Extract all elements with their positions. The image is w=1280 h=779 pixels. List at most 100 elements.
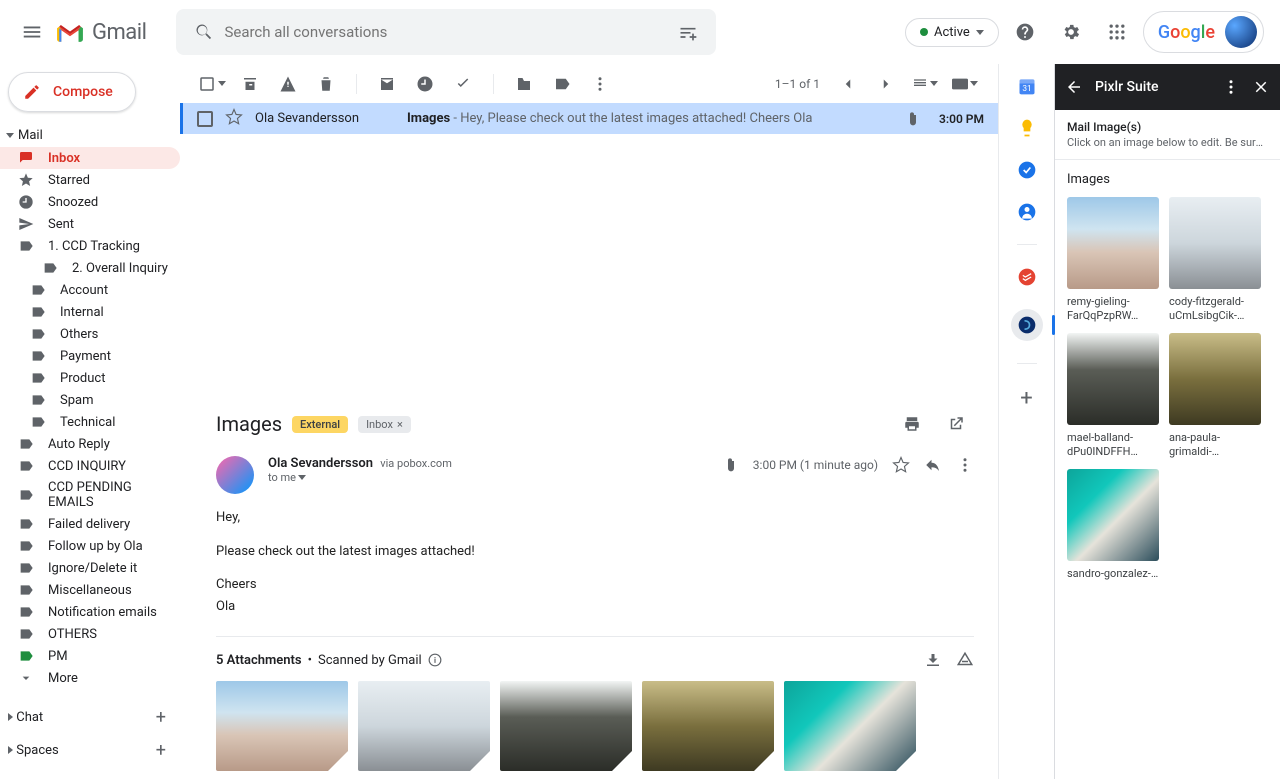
mail-heading[interactable]: Mail	[0, 124, 180, 147]
row-star[interactable]	[225, 108, 243, 130]
spam-button[interactable]	[270, 66, 306, 102]
plus-icon[interactable]: +	[156, 707, 166, 728]
contacts-icon[interactable]	[1017, 202, 1037, 222]
close-icon[interactable]	[1252, 78, 1270, 96]
attachment-thumb[interactable]	[216, 681, 348, 771]
select-all-checkbox[interactable]	[194, 66, 230, 102]
download-all-icon[interactable]	[924, 651, 942, 669]
support-button[interactable]	[1005, 12, 1045, 52]
sidebar-label-ignore[interactable]: Ignore/Delete it	[0, 557, 180, 579]
status-pill[interactable]: Active	[905, 18, 999, 47]
next-page-button[interactable]	[868, 66, 904, 102]
sidebar-label-pm[interactable]: PM	[0, 645, 180, 667]
label-icon	[18, 238, 34, 254]
attachment-thumb[interactable]	[642, 681, 774, 771]
sidebar-label-others2[interactable]: OTHERS	[0, 623, 180, 645]
delete-button[interactable]	[308, 66, 344, 102]
split-toggle[interactable]	[906, 74, 944, 94]
attachment-thumb[interactable]	[500, 681, 632, 771]
inbox-chip[interactable]: Inbox×	[358, 416, 411, 433]
get-addons-button[interactable]: +	[1020, 386, 1032, 411]
sidebar-label-ccd-tracking[interactable]: 1. CCD Tracking	[0, 235, 180, 257]
content-area: 1–1 of 1 Ola Sevandersson Images - Hey, …	[180, 64, 998, 779]
sidebar-label-internal[interactable]: Internal	[0, 301, 180, 323]
pixlr-addon-icon[interactable]	[1011, 309, 1043, 341]
sidebar-item-sent[interactable]: Sent	[0, 213, 180, 235]
label-icon	[18, 560, 34, 576]
open-new-button[interactable]	[938, 406, 974, 442]
input-tools[interactable]	[946, 76, 984, 92]
mark-unread-button[interactable]	[369, 66, 405, 102]
sidebar-item-starred[interactable]: Starred	[0, 169, 180, 191]
panel-image-card[interactable]: sandro-gonzalez-…	[1067, 469, 1159, 581]
more-button[interactable]	[582, 66, 618, 102]
calendar-icon[interactable]: 31	[1017, 76, 1037, 96]
tasks-icon[interactable]	[1017, 160, 1037, 180]
via-text: via pobox.com	[380, 457, 452, 470]
sidebar-label-ccd-pending[interactable]: CCD PENDING EMAILS	[0, 477, 180, 513]
settings-button[interactable]	[1051, 12, 1091, 52]
google-logotype: Google	[1158, 22, 1215, 43]
chevron-right-icon	[8, 746, 13, 754]
sidebar-label-technical[interactable]: Technical	[0, 411, 180, 433]
labels-button[interactable]	[544, 66, 580, 102]
print-button[interactable]	[894, 406, 930, 442]
sidebar-label-spam[interactable]: Spam	[0, 389, 180, 411]
apps-button[interactable]	[1097, 12, 1137, 52]
panel-image-card[interactable]: ana-paula-grimaldi-…	[1169, 333, 1261, 459]
snooze-button[interactable]	[407, 66, 443, 102]
move-button[interactable]	[506, 66, 542, 102]
more-vert-icon[interactable]	[1222, 78, 1240, 96]
label-icon	[30, 304, 46, 320]
main-menu-button[interactable]	[8, 8, 56, 56]
message-list-row[interactable]: Ola Sevandersson Images - Hey, Please ch…	[180, 103, 998, 134]
attachment-thumb[interactable]	[784, 681, 916, 771]
sidebar-label-account[interactable]: Account	[0, 279, 180, 301]
reply-icon[interactable]	[924, 456, 942, 474]
sidebar-label-product[interactable]: Product	[0, 367, 180, 389]
app-header: Gmail Active Google	[0, 0, 1280, 64]
split-icon	[912, 76, 928, 92]
chat-section[interactable]: Chat+	[0, 701, 180, 734]
sidebar-label-overall-inquiry[interactable]: 2. Overall Inquiry	[0, 257, 180, 279]
account-badge[interactable]: Google	[1143, 11, 1264, 53]
plus-icon[interactable]: +	[156, 740, 166, 761]
sidebar-more[interactable]: More	[0, 667, 180, 689]
star-icon[interactable]	[892, 456, 910, 474]
sidebar-label-auto-reply[interactable]: Auto Reply	[0, 433, 180, 455]
compose-button[interactable]: Compose	[8, 72, 136, 112]
attachment-thumb[interactable]	[358, 681, 490, 771]
row-checkbox[interactable]	[197, 111, 213, 127]
search-bar[interactable]	[176, 9, 716, 55]
sidebar-label-misc[interactable]: Miscellaneous	[0, 579, 180, 601]
sidebar-item-snoozed[interactable]: Snoozed	[0, 191, 180, 213]
back-arrow-icon[interactable]	[1065, 78, 1083, 96]
sidebar-label-failed-delivery[interactable]: Failed delivery	[0, 513, 180, 535]
close-icon[interactable]: ×	[397, 418, 403, 431]
todoist-icon[interactable]	[1017, 267, 1037, 287]
sidebar-label-payment[interactable]: Payment	[0, 345, 180, 367]
keep-icon[interactable]	[1017, 118, 1037, 138]
prev-page-button[interactable]	[830, 66, 866, 102]
more-vert-icon[interactable]	[956, 456, 974, 474]
sidebar-label-ccd-inquiry[interactable]: CCD INQUIRY	[0, 455, 180, 477]
save-drive-icon[interactable]	[956, 651, 974, 669]
panel-image-card[interactable]: cody-fitzgerald-uCmLsibgCik-…	[1169, 197, 1261, 323]
panel-image-grid: remy-gieling-FarQqPzpRW…cody-fitzgerald-…	[1067, 197, 1268, 581]
sidebar-label-others[interactable]: Others	[0, 323, 180, 345]
recipients-toggle[interactable]: to me	[268, 471, 709, 484]
archive-button[interactable]	[232, 66, 268, 102]
sidebar-label-notifications[interactable]: Notification emails	[0, 601, 180, 623]
panel-image-card[interactable]: remy-gieling-FarQqPzpRW…	[1067, 197, 1159, 323]
search-input[interactable]	[224, 23, 668, 41]
sender-avatar[interactable]	[216, 456, 254, 494]
search-options-icon[interactable]	[678, 22, 698, 42]
add-task-button[interactable]	[445, 66, 481, 102]
spaces-section[interactable]: Spaces+	[0, 734, 180, 767]
avatar[interactable]	[1225, 16, 1257, 48]
gmail-logo[interactable]: Gmail	[56, 20, 146, 45]
sidebar-item-inbox[interactable]: Inbox	[0, 147, 180, 169]
panel-image-card[interactable]: mael-balland-dPu0INDFFH…	[1067, 333, 1159, 459]
sidebar-label-follow-up[interactable]: Follow up by Ola	[0, 535, 180, 557]
info-icon[interactable]	[428, 653, 442, 667]
